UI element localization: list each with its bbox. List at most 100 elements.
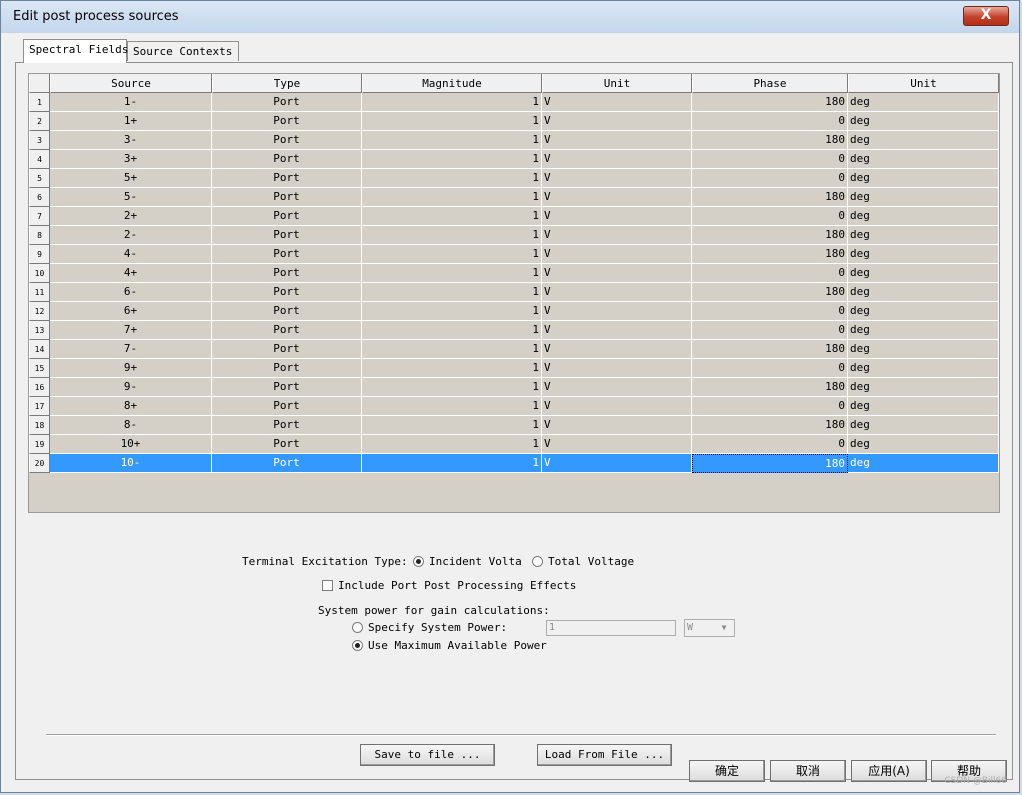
- column-header-magnitude[interactable]: Magnitude: [362, 74, 542, 93]
- row-header[interactable]: 8: [29, 226, 50, 245]
- magnitude-unit-cell[interactable]: V: [542, 188, 692, 207]
- type-cell[interactable]: Port: [212, 454, 362, 473]
- row-header[interactable]: 16: [29, 378, 50, 397]
- type-cell[interactable]: Port: [212, 245, 362, 264]
- specify-system-power-label[interactable]: Specify System Power:: [368, 621, 507, 634]
- source-cell[interactable]: 8-: [50, 416, 212, 435]
- row-header[interactable]: 17: [29, 397, 50, 416]
- type-cell[interactable]: Port: [212, 416, 362, 435]
- total-voltage-label[interactable]: Total Voltage: [548, 555, 634, 568]
- close-button[interactable]: X: [963, 6, 1009, 26]
- phase-cell[interactable]: 180: [692, 283, 848, 302]
- source-cell[interactable]: 7+: [50, 321, 212, 340]
- source-cell[interactable]: 7-: [50, 340, 212, 359]
- type-cell[interactable]: Port: [212, 188, 362, 207]
- magnitude-unit-cell[interactable]: V: [542, 454, 692, 473]
- row-header[interactable]: 9: [29, 245, 50, 264]
- type-cell[interactable]: Port: [212, 226, 362, 245]
- row-header[interactable]: 1: [29, 93, 50, 112]
- magnitude-unit-cell[interactable]: V: [542, 321, 692, 340]
- table-row[interactable]: 2 1+ Port 1 V 0 deg: [29, 112, 999, 131]
- magnitude-cell[interactable]: 1: [362, 454, 542, 473]
- phase-unit-cell[interactable]: deg: [848, 283, 999, 302]
- phase-cell[interactable]: 180: [692, 188, 848, 207]
- magnitude-cell[interactable]: 1: [362, 131, 542, 150]
- source-cell[interactable]: 3+: [50, 150, 212, 169]
- phase-cell[interactable]: 0: [692, 150, 848, 169]
- magnitude-unit-cell[interactable]: V: [542, 283, 692, 302]
- title-bar[interactable]: Edit post process sources X: [1, 1, 1019, 33]
- table-row[interactable]: 3 3- Port 1 V 180 deg: [29, 131, 999, 150]
- load-from-file-button[interactable]: Load From File ...: [537, 744, 672, 766]
- phase-cell[interactable]: 0: [692, 397, 848, 416]
- phase-unit-cell[interactable]: deg: [848, 112, 999, 131]
- magnitude-unit-cell[interactable]: V: [542, 131, 692, 150]
- magnitude-cell[interactable]: 1: [362, 207, 542, 226]
- specify-system-power-radio[interactable]: [352, 622, 363, 633]
- magnitude-unit-cell[interactable]: V: [542, 93, 692, 112]
- phase-unit-cell[interactable]: deg: [848, 226, 999, 245]
- magnitude-unit-cell[interactable]: V: [542, 245, 692, 264]
- phase-cell[interactable]: 0: [692, 264, 848, 283]
- type-cell[interactable]: Port: [212, 283, 362, 302]
- phase-unit-cell[interactable]: deg: [848, 264, 999, 283]
- type-cell[interactable]: Port: [212, 397, 362, 416]
- magnitude-unit-cell[interactable]: V: [542, 416, 692, 435]
- table-row[interactable]: 16 9- Port 1 V 180 deg: [29, 378, 999, 397]
- magnitude-unit-cell[interactable]: V: [542, 359, 692, 378]
- source-cell[interactable]: 4-: [50, 245, 212, 264]
- magnitude-cell[interactable]: 1: [362, 321, 542, 340]
- total-voltage-radio[interactable]: [532, 556, 543, 567]
- phase-cell[interactable]: 180: [692, 416, 848, 435]
- source-cell[interactable]: 3-: [50, 131, 212, 150]
- type-cell[interactable]: Port: [212, 340, 362, 359]
- table-row[interactable]: 17 8+ Port 1 V 0 deg: [29, 397, 999, 416]
- magnitude-unit-cell[interactable]: V: [542, 435, 692, 454]
- phase-cell[interactable]: 0: [692, 359, 848, 378]
- source-cell[interactable]: 8+: [50, 397, 212, 416]
- cancel-button[interactable]: 取消: [770, 760, 846, 782]
- table-row[interactable]: 15 9+ Port 1 V 0 deg: [29, 359, 999, 378]
- magnitude-unit-cell[interactable]: V: [542, 264, 692, 283]
- magnitude-cell[interactable]: 1: [362, 188, 542, 207]
- row-header[interactable]: 10: [29, 264, 50, 283]
- magnitude-cell[interactable]: 1: [362, 397, 542, 416]
- column-header-type[interactable]: Type: [212, 74, 362, 93]
- tab-source-contexts[interactable]: Source Contexts: [127, 41, 239, 61]
- tab-spectral-fields[interactable]: Spectral Fields: [23, 39, 128, 63]
- table-row[interactable]: 20 10- Port 1 V 180 deg: [29, 454, 999, 473]
- magnitude-cell[interactable]: 1: [362, 435, 542, 454]
- table-row[interactable]: 12 6+ Port 1 V 0 deg: [29, 302, 999, 321]
- table-row[interactable]: 14 7- Port 1 V 180 deg: [29, 340, 999, 359]
- type-cell[interactable]: Port: [212, 131, 362, 150]
- type-cell[interactable]: Port: [212, 321, 362, 340]
- magnitude-unit-cell[interactable]: V: [542, 112, 692, 131]
- column-header-magnitude-unit[interactable]: Unit: [542, 74, 692, 93]
- phase-cell[interactable]: 180: [692, 454, 848, 473]
- table-row[interactable]: 18 8- Port 1 V 180 deg: [29, 416, 999, 435]
- phase-cell[interactable]: 0: [692, 302, 848, 321]
- grid-corner-cell[interactable]: [29, 74, 50, 93]
- type-cell[interactable]: Port: [212, 264, 362, 283]
- phase-cell[interactable]: 0: [692, 112, 848, 131]
- column-header-source[interactable]: Source: [50, 74, 212, 93]
- column-header-phase-unit[interactable]: Unit: [848, 74, 999, 93]
- row-header[interactable]: 2: [29, 112, 50, 131]
- type-cell[interactable]: Port: [212, 435, 362, 454]
- phase-unit-cell[interactable]: deg: [848, 435, 999, 454]
- table-row[interactable]: 5 5+ Port 1 V 0 deg: [29, 169, 999, 188]
- row-header[interactable]: 14: [29, 340, 50, 359]
- phase-unit-cell[interactable]: deg: [848, 416, 999, 435]
- row-header[interactable]: 7: [29, 207, 50, 226]
- row-header[interactable]: 3: [29, 131, 50, 150]
- source-cell[interactable]: 1-: [50, 93, 212, 112]
- magnitude-unit-cell[interactable]: V: [542, 169, 692, 188]
- magnitude-cell[interactable]: 1: [362, 378, 542, 397]
- row-header[interactable]: 15: [29, 359, 50, 378]
- magnitude-cell[interactable]: 1: [362, 340, 542, 359]
- source-cell[interactable]: 2-: [50, 226, 212, 245]
- magnitude-cell[interactable]: 1: [362, 359, 542, 378]
- magnitude-unit-cell[interactable]: V: [542, 226, 692, 245]
- magnitude-cell[interactable]: 1: [362, 245, 542, 264]
- source-cell[interactable]: 9+: [50, 359, 212, 378]
